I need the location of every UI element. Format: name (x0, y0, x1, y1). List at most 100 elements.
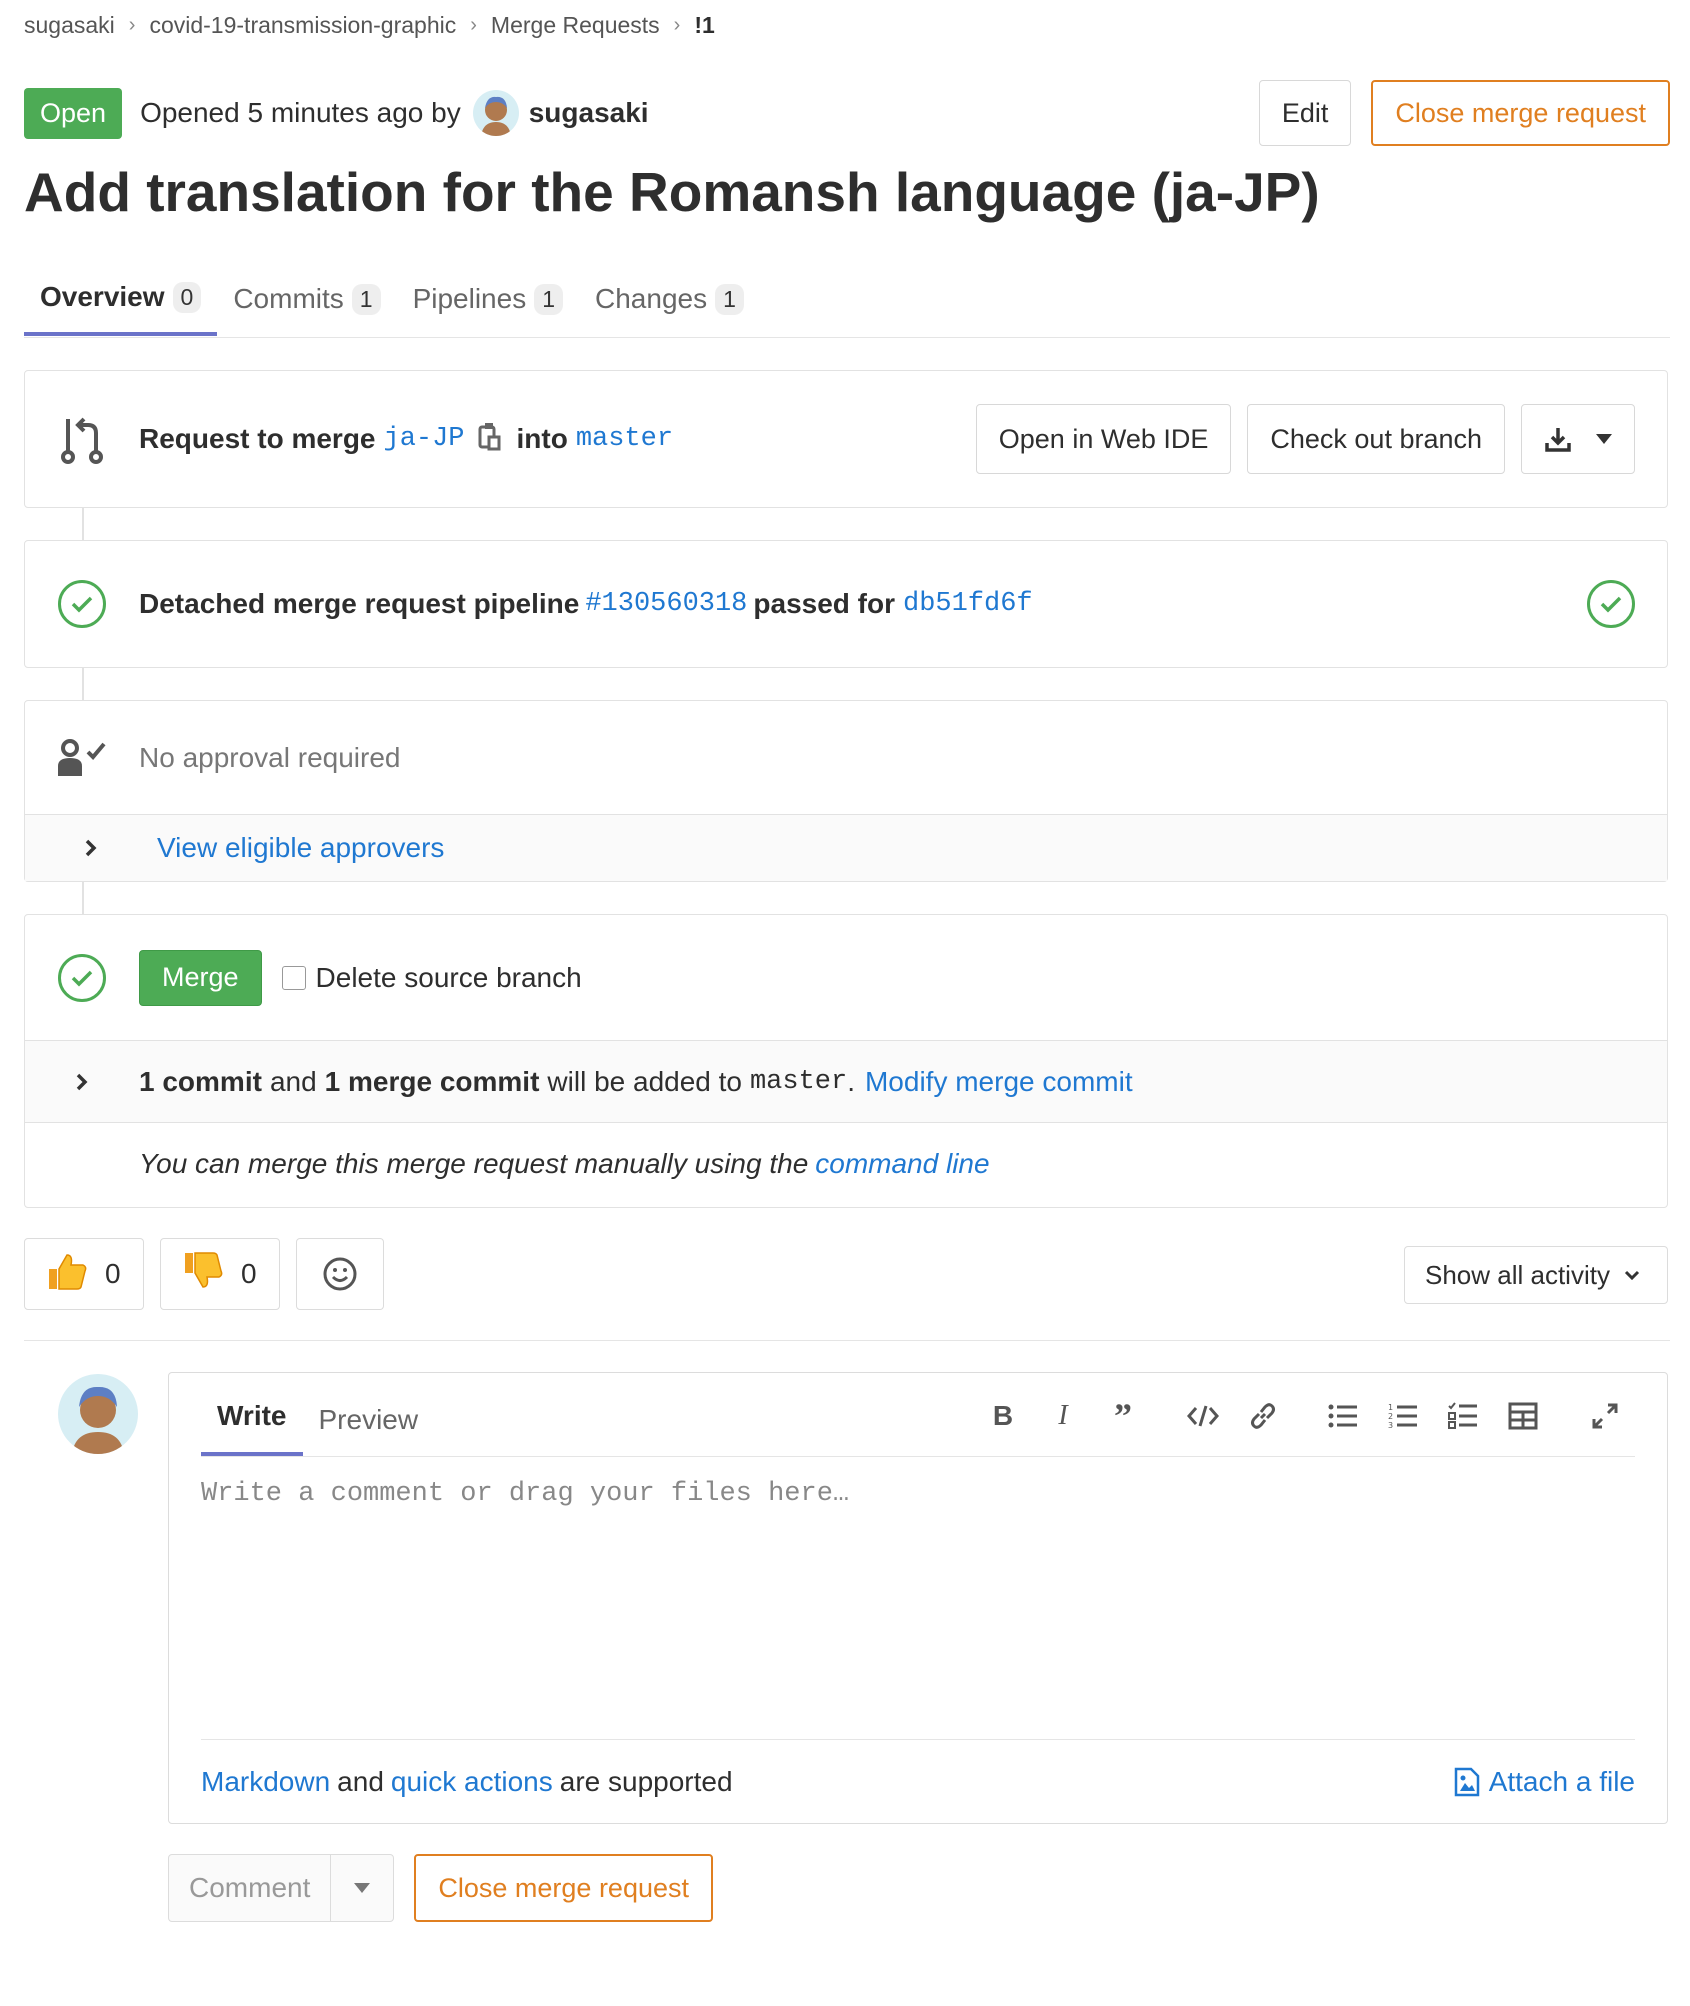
show-all-activity-label: Show all activity (1425, 1259, 1610, 1290)
close-merge-request-bottom-button[interactable]: Close merge request (414, 1854, 713, 1922)
fullscreen-icon[interactable] (1575, 1386, 1635, 1446)
tab-pipelines[interactable]: Pipelines 1 (397, 262, 579, 336)
tab-overview[interactable]: Overview 0 (24, 262, 218, 336)
smiley-icon (323, 1257, 357, 1291)
markdown-link[interactable]: Markdown (201, 1766, 330, 1798)
download-dropdown-button[interactable] (1521, 404, 1635, 474)
thumbs-down-count: 0 (241, 1258, 257, 1289)
pipeline-commit-link[interactable]: db51fd6f (903, 589, 1033, 619)
pipeline-card: Detached merge request pipeline #1305603… (24, 540, 1668, 668)
tab-write[interactable]: Write (201, 1400, 303, 1456)
tab-overview-count: 0 (172, 281, 202, 313)
breadcrumb-merge-requests[interactable]: Merge Requests (491, 12, 660, 39)
svg-text:3: 3 (1388, 1421, 1393, 1430)
breadcrumb-project[interactable]: covid-19-transmission-graphic (149, 12, 456, 39)
breadcrumb-current[interactable]: !1 (694, 12, 714, 39)
command-line-link[interactable]: command line (815, 1148, 989, 1180)
view-approvers-row[interactable]: View eligible approvers (25, 815, 1667, 881)
edit-button[interactable]: Edit (1258, 80, 1352, 146)
quick-actions-link[interactable]: quick actions (391, 1766, 553, 1798)
code-icon[interactable] (1173, 1386, 1233, 1446)
chevron-right-icon[interactable] (25, 839, 157, 857)
pipeline-passed-icon[interactable] (58, 580, 106, 628)
comment-editor: Write Preview B I ” 123 Write a comment … (168, 1372, 1668, 1824)
quote-icon[interactable]: ” (1093, 1386, 1153, 1446)
author-avatar[interactable] (472, 90, 519, 136)
attach-file-icon (1454, 1767, 1479, 1796)
table-icon[interactable] (1493, 1386, 1553, 1446)
breadcrumb: sugasaki › covid-19-transmission-graphic… (24, 12, 715, 39)
chevron-right-icon[interactable] (25, 1073, 139, 1091)
manual-merge-text: You can merge this merge request manuall… (139, 1148, 809, 1179)
caret-down-icon (354, 1883, 371, 1893)
chevron-right-icon: › (673, 14, 681, 36)
close-merge-request-button[interactable]: Close merge request (1371, 80, 1670, 146)
breadcrumb-user[interactable]: sugasaki (24, 12, 115, 39)
tab-changes-label: Changes (595, 283, 708, 314)
thumbs-up-button[interactable]: 0 (24, 1238, 144, 1310)
timeline-connector (82, 882, 84, 914)
add-reaction-button[interactable] (296, 1238, 384, 1310)
avatar-face-icon (72, 1386, 124, 1454)
bullet-list-icon[interactable] (1313, 1386, 1373, 1446)
chevron-right-icon: › (128, 14, 136, 36)
author-name[interactable]: sugasaki (529, 97, 649, 129)
comment-options-dropdown[interactable] (331, 1883, 393, 1893)
merge-target-branch: master (749, 1066, 848, 1097)
merge-button[interactable]: Merge (139, 949, 262, 1006)
pipeline-stage-icon[interactable] (1587, 580, 1635, 628)
timeline-connector (82, 668, 84, 700)
timeline-connector (82, 508, 84, 540)
supported-text: are supported (559, 1765, 733, 1797)
thumbs-up-icon (45, 1251, 87, 1298)
commits-summary-row[interactable]: 1 commit and 1 merge commit will be adde… (25, 1041, 1667, 1123)
tab-pipelines-count: 1 (534, 283, 564, 315)
delete-source-branch-label[interactable]: Delete source branch (316, 962, 582, 994)
commit-count: 1 commit (139, 1065, 262, 1097)
caret-down-icon (1596, 434, 1612, 444)
target-branch[interactable]: master (576, 424, 673, 454)
merge-request-icon (25, 413, 139, 465)
pipeline-middle: passed for (753, 588, 895, 619)
view-eligible-approvers-link[interactable]: View eligible approvers (157, 832, 444, 864)
pipeline-id-link[interactable]: #130560318 (585, 589, 747, 619)
delete-source-branch-checkbox[interactable] (281, 965, 306, 990)
copy-branch-icon[interactable] (477, 421, 501, 458)
and-text: and (337, 1765, 384, 1797)
status-badge: Open (24, 87, 123, 139)
merge-info-card: Request to merge ja-JP into master Open … (24, 370, 1668, 508)
comment-button[interactable]: Comment (169, 1855, 332, 1921)
into-label: into (516, 423, 568, 454)
comment-textarea[interactable]: Write a comment or drag your files here… (201, 1479, 849, 1509)
page-title: Add translation for the Romansh language… (24, 161, 1320, 223)
chevron-right-icon: › (470, 14, 477, 36)
tab-changes[interactable]: Changes 1 (579, 262, 760, 336)
attach-file-button[interactable]: Attach a file (1453, 1766, 1635, 1798)
numbered-list-icon[interactable]: 123 (1373, 1386, 1433, 1446)
tab-preview[interactable]: Preview (303, 1404, 435, 1456)
italic-icon[interactable]: I (1033, 1386, 1093, 1446)
check-out-branch-button[interactable]: Check out branch (1247, 404, 1505, 474)
open-web-ide-button[interactable]: Open in Web IDE (975, 404, 1232, 474)
and-text: and (269, 1065, 317, 1097)
merge-card: Merge Delete source branch 1 commit and … (24, 914, 1668, 1208)
source-branch[interactable]: ja-JP (384, 424, 465, 454)
divider (24, 1340, 1670, 1341)
modify-merge-commit-link[interactable]: Modify merge commit (865, 1066, 1133, 1098)
tab-pipelines-label: Pipelines (412, 283, 527, 314)
show-all-activity-dropdown[interactable]: Show all activity (1404, 1246, 1668, 1304)
svg-text:2: 2 (1388, 1412, 1393, 1421)
task-list-icon[interactable] (1433, 1386, 1493, 1446)
tab-commits[interactable]: Commits 1 (217, 262, 396, 336)
bold-icon[interactable]: B (973, 1386, 1033, 1446)
download-icon (1545, 428, 1571, 452)
no-approval-text: No approval required (139, 741, 401, 773)
thumbs-down-button[interactable]: 0 (160, 1238, 280, 1310)
merge-commit-count: 1 merge commit (324, 1065, 540, 1097)
mr-tabs: Overview 0 Commits 1 Pipelines 1 Changes… (24, 262, 1670, 338)
approval-card: No approval required View eligible appro… (24, 700, 1668, 882)
current-user-avatar[interactable] (58, 1374, 138, 1454)
thumbs-up-count: 0 (105, 1258, 121, 1289)
link-icon[interactable] (1233, 1386, 1293, 1446)
editor-footer: Markdown and quick actions are supported… (201, 1739, 1635, 1823)
